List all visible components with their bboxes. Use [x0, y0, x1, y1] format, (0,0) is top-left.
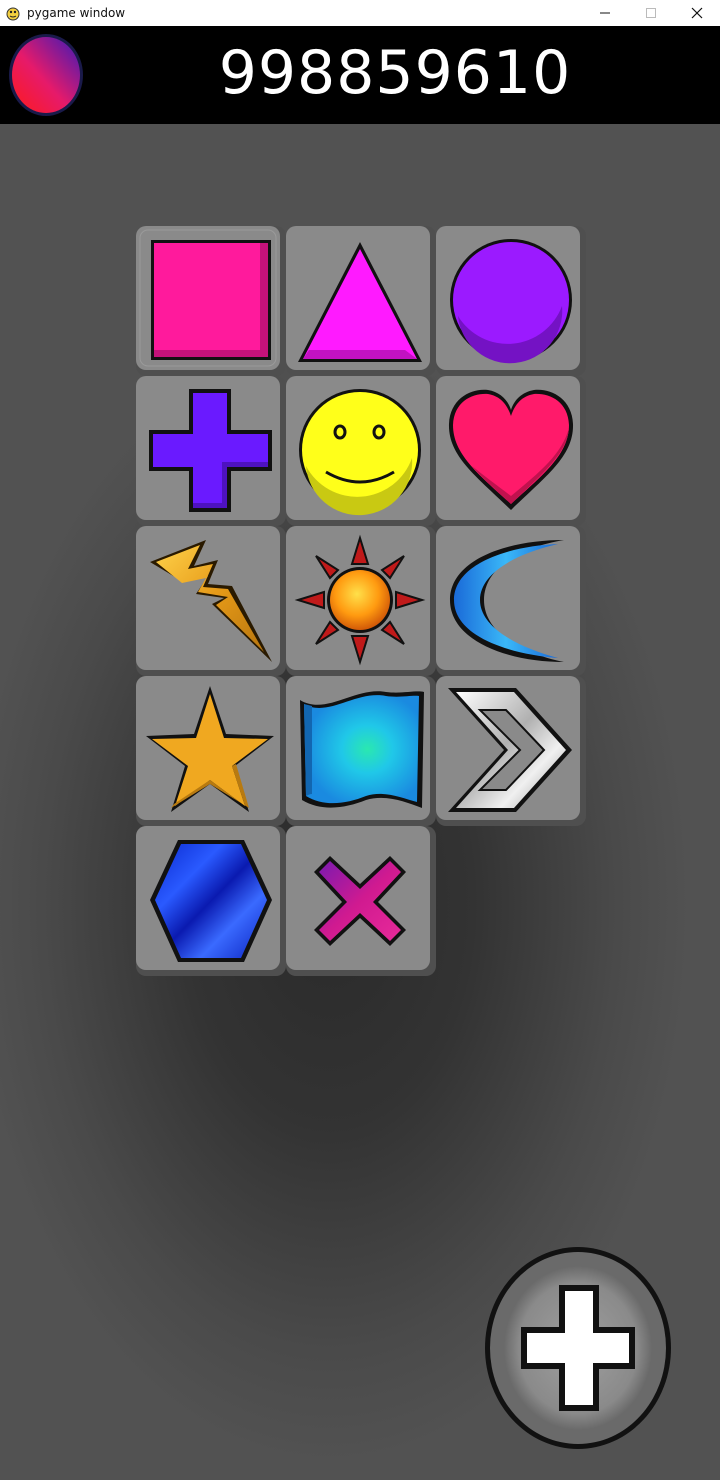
game-window: pygame window 998859610	[0, 0, 720, 1480]
tile-magenta-triangle[interactable]	[286, 226, 436, 376]
score-header: 998859610	[0, 26, 720, 124]
close-button[interactable]	[674, 0, 720, 26]
tile-lightning-bolt[interactable]	[136, 526, 286, 676]
pink-square-icon	[151, 240, 271, 360]
window-title: pygame window	[27, 6, 126, 20]
tile-x-cross[interactable]	[286, 826, 436, 976]
score-counter: 998859610	[218, 38, 572, 108]
tile-chevron-right[interactable]	[436, 676, 586, 826]
game-board	[0, 124, 720, 1480]
tile-smiley-face[interactable]	[286, 376, 436, 526]
title-bar: pygame window	[0, 0, 720, 26]
minimize-button[interactable]	[582, 0, 628, 26]
tile-sun[interactable]	[286, 526, 436, 676]
tile-purple-circle[interactable]	[436, 226, 586, 376]
minimize-icon	[600, 12, 610, 14]
gradient-orb-icon[interactable]	[8, 33, 84, 117]
maximize-button[interactable]	[628, 0, 674, 26]
sun-icon	[294, 534, 426, 666]
close-icon	[691, 7, 703, 19]
tile-hexagon[interactable]	[136, 826, 286, 976]
tile-crescent-moon[interactable]	[436, 526, 586, 676]
tile-flag[interactable]	[286, 676, 436, 826]
pygame-snake-icon	[6, 7, 20, 21]
tile-heart[interactable]	[436, 376, 586, 526]
tile-pink-square[interactable]	[136, 226, 286, 376]
window-controls	[582, 0, 720, 26]
tile-star[interactable]	[136, 676, 286, 826]
add-button[interactable]	[483, 1245, 673, 1451]
tile-purple-plus[interactable]	[136, 376, 286, 526]
maximize-icon	[646, 8, 656, 18]
flag-icon	[300, 691, 424, 808]
